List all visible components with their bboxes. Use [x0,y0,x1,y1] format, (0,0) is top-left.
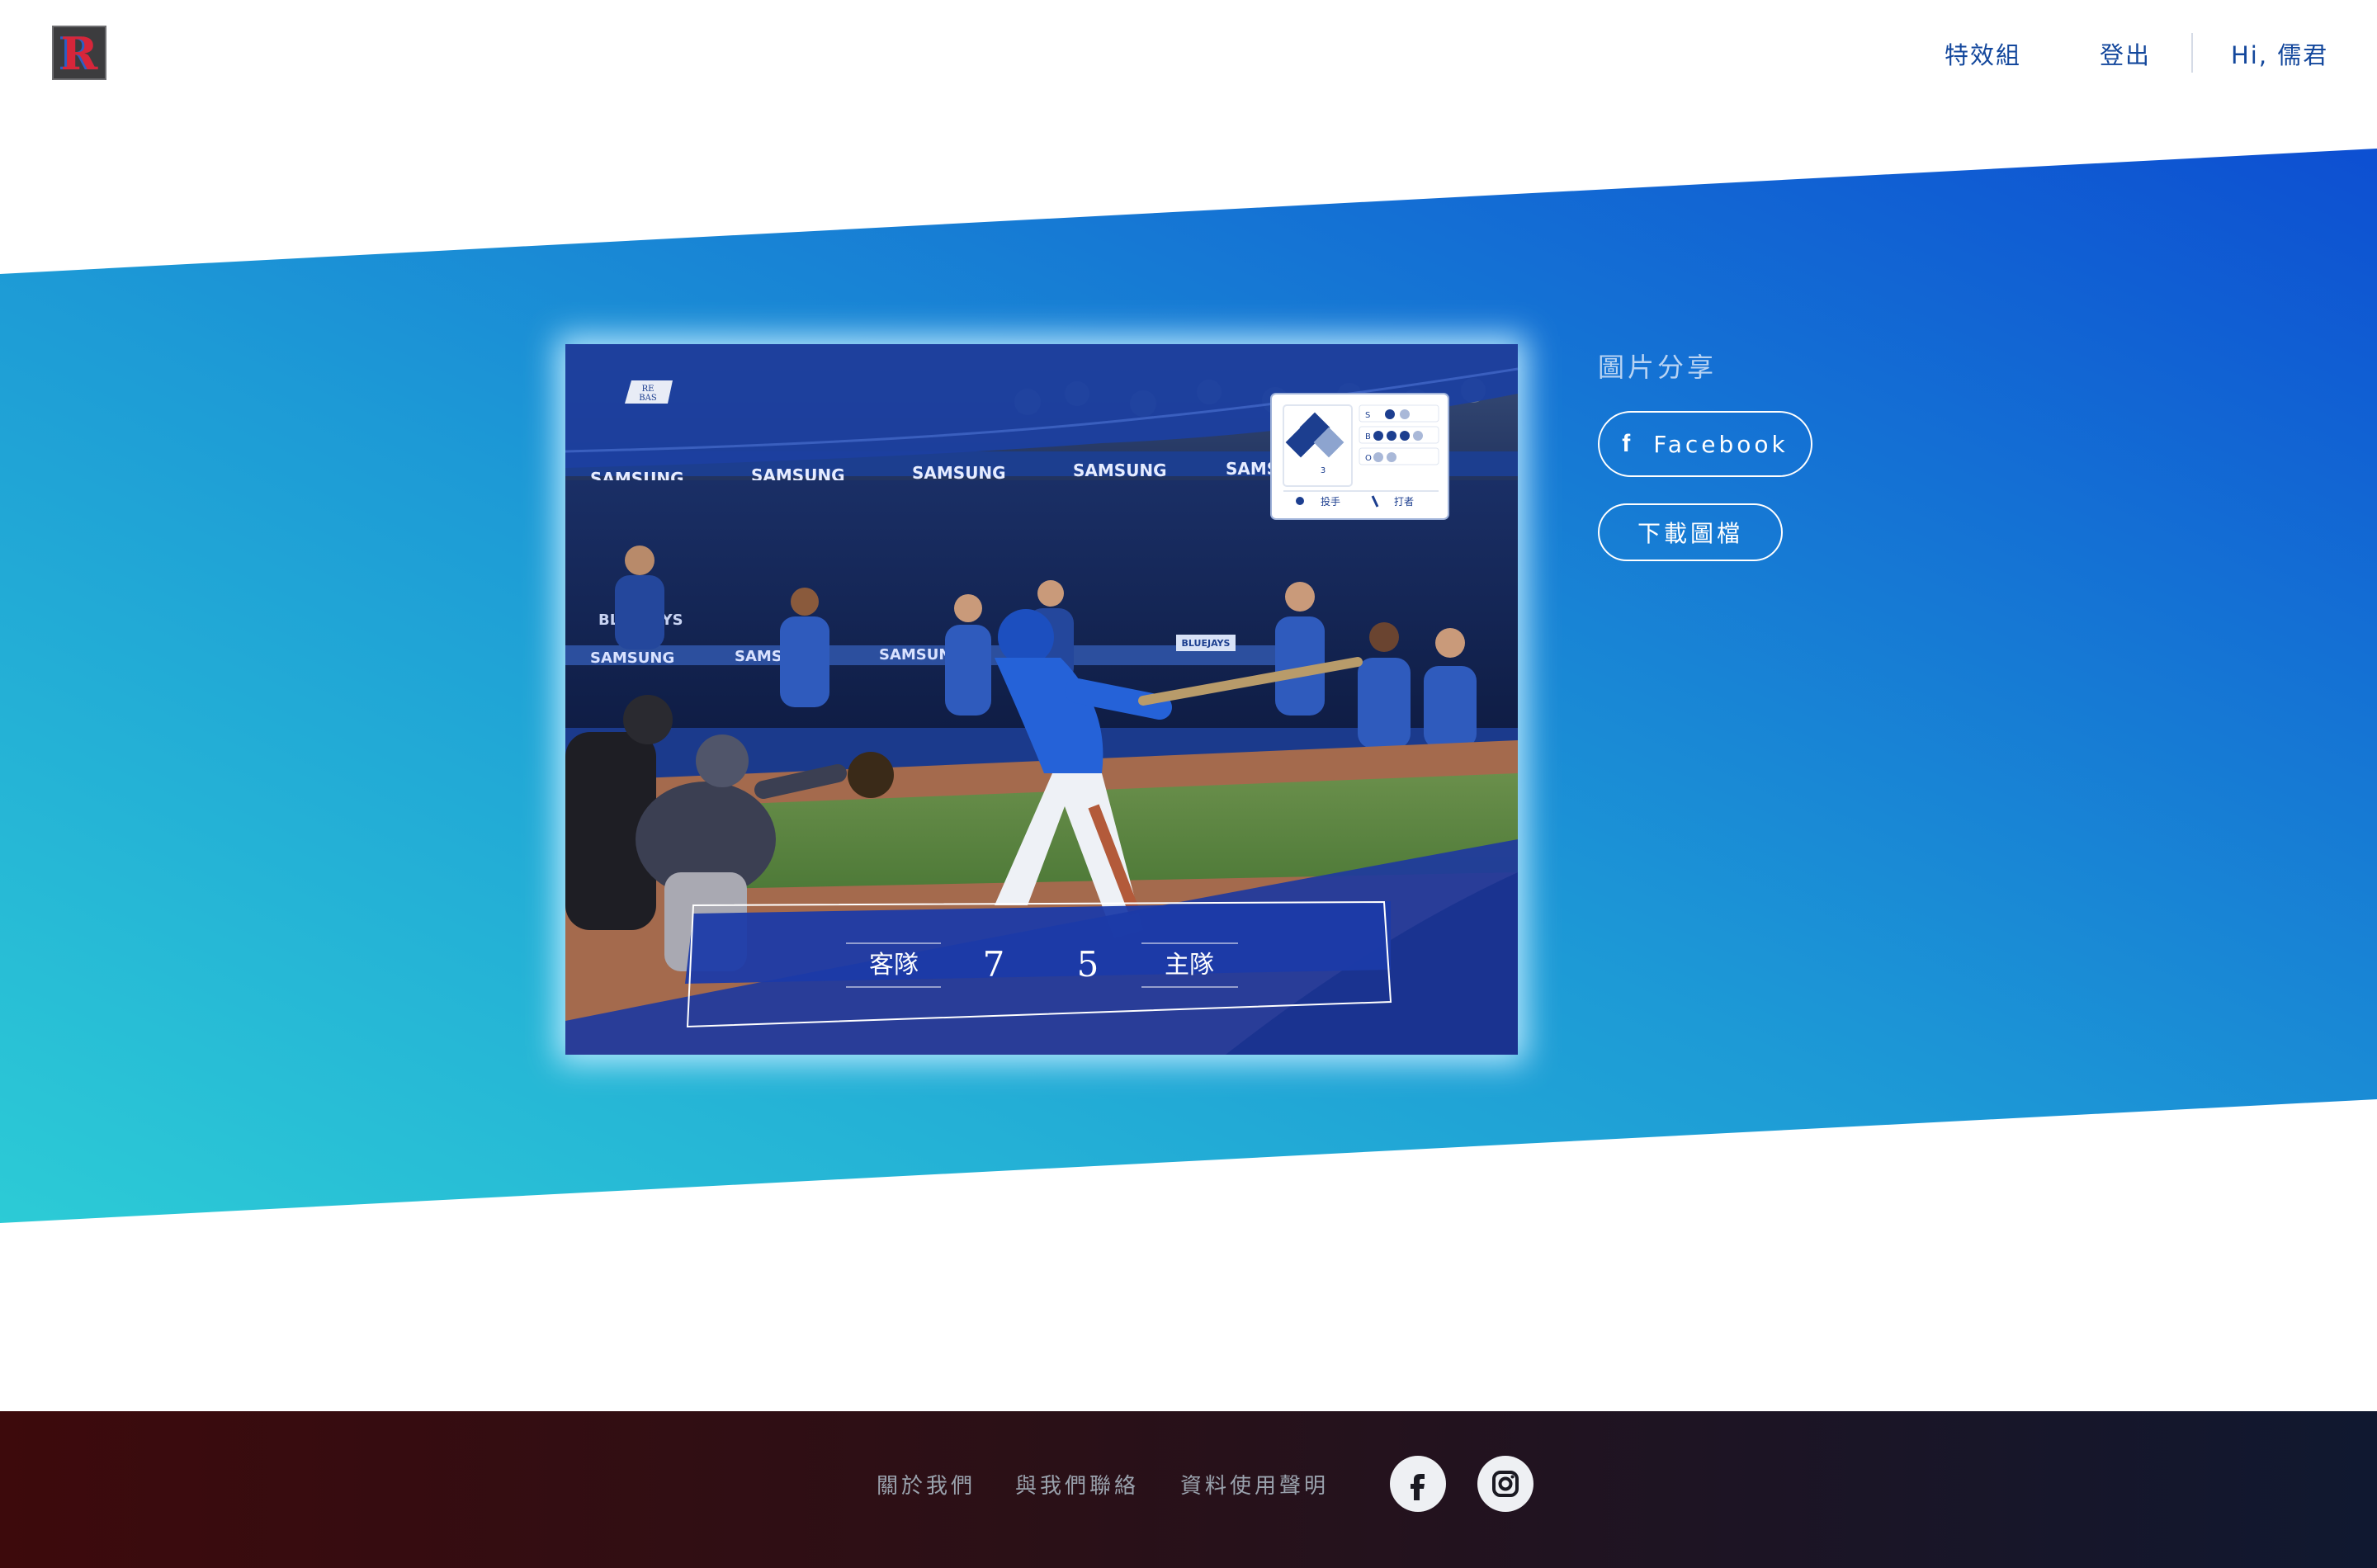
ball-dot-2 [1387,431,1396,441]
ball-dot-1 [1373,431,1383,441]
baseball-photo-illustration: SAMSUNG SAMSUNG SAMSUNG SAMSUNG SAMSUNG … [565,344,1518,1055]
count-widget: 3 S B O 投手 打者 [1270,393,1449,520]
rebas-badge: RE BAS [625,380,673,404]
pitcher-legend-label: 投手 [1321,495,1340,508]
nav-divider [2191,33,2193,73]
badge-line-2: BAS [639,394,657,403]
out-dot-1 [1373,452,1383,462]
nav-effects-team[interactable]: 特效組 [1945,36,2021,71]
nav-logout[interactable]: 登出 [2100,36,2151,71]
share-title: 圖片分享 [1598,352,1718,383]
facebook-share-button[interactable]: f Facebook [1598,411,1812,477]
home-label: 主隊 [1165,951,1214,980]
away-label: 客隊 [869,951,919,980]
footer-data-policy-link[interactable]: 資料使用聲明 [1180,1469,1329,1500]
footer-contact-link[interactable]: 與我們聯絡 [1015,1469,1139,1500]
facebook-icon [1411,1474,1425,1500]
ball-dot-4 [1413,431,1423,441]
svg-text:SAMSUNG: SAMSUNG [912,463,1006,483]
facebook-share-label: Facebook [1653,430,1789,458]
ball-label: B [1365,432,1371,442]
ball-dot-3 [1400,431,1410,441]
bluejays-sign-text: BLUEJAYS [1182,638,1231,649]
instagram-icon [1492,1471,1519,1497]
footer-instagram-button[interactable] [1477,1456,1533,1512]
site-header: R 特效組 登出 Hi, 儒君 [0,0,2377,107]
effect-photo: SAMSUNG SAMSUNG SAMSUNG SAMSUNG SAMSUNG … [565,344,1518,1055]
base-number: 3 [1321,466,1326,475]
pitcher-legend-icon [1296,497,1304,505]
logo-letter: R [60,27,98,80]
badge-line-1: RE [642,385,655,394]
nav-user-greeting[interactable]: Hi, 儒君 [2231,36,2328,71]
svg-text:SAMSUNG: SAMSUNG [1073,460,1167,480]
footer-facebook-button[interactable] [1390,1456,1446,1512]
out-dot-2 [1387,452,1396,462]
download-image-button[interactable]: 下載圖檔 [1598,503,1783,561]
away-score: 7 [983,944,1005,985]
svg-text:SAMSUNG: SAMSUNG [590,649,674,667]
strike-dot-1 [1385,409,1395,419]
strike-label: S [1365,411,1370,420]
footer-about-link[interactable]: 關於我們 [877,1469,976,1500]
strike-dot-2 [1400,409,1410,419]
out-label: O [1365,454,1372,463]
site-logo[interactable]: R [52,26,106,80]
home-score: 5 [1077,944,1099,985]
batter-legend-label: 打者 [1394,496,1414,508]
download-image-label: 下載圖檔 [1637,520,1743,547]
facebook-icon: f [1622,430,1634,457]
